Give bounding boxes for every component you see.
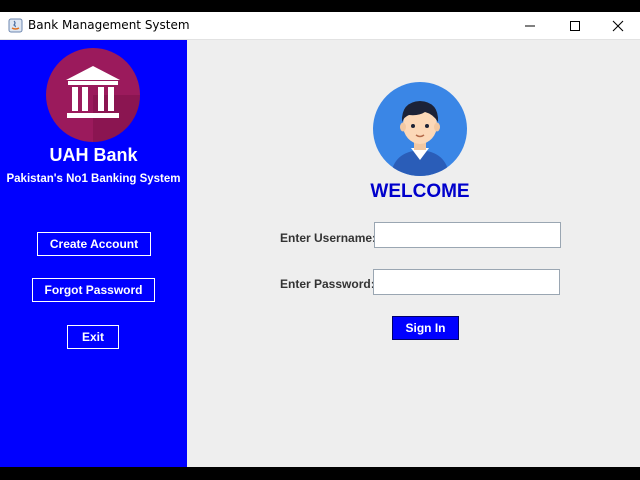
username-label: Enter Username: bbox=[280, 231, 377, 245]
bank-tagline: Pakistan's No1 Banking System bbox=[6, 173, 181, 185]
username-input[interactable] bbox=[374, 222, 561, 248]
password-input[interactable] bbox=[373, 269, 560, 295]
user-avatar-icon bbox=[373, 82, 467, 176]
create-account-button[interactable]: Create Account bbox=[37, 232, 151, 256]
login-panel: WELCOME Enter Username: Enter Password: … bbox=[187, 40, 640, 467]
app-window: Bank Management System UAH Bank Pakistan… bbox=[0, 12, 640, 467]
window-title: Bank Management System bbox=[28, 18, 190, 32]
bank-name: UAH Bank bbox=[49, 145, 138, 165]
sign-in-button[interactable]: Sign In bbox=[392, 316, 459, 340]
forgot-password-button[interactable]: Forgot Password bbox=[32, 278, 155, 302]
java-app-icon bbox=[8, 18, 23, 33]
exit-button[interactable]: Exit bbox=[67, 325, 119, 349]
sidebar: UAH Bank Pakistan's No1 Banking System C… bbox=[0, 40, 187, 467]
title-bar[interactable]: Bank Management System bbox=[0, 12, 640, 40]
welcome-heading: WELCOME bbox=[370, 181, 470, 202]
close-icon[interactable] bbox=[596, 12, 640, 40]
bank-building-icon bbox=[46, 48, 140, 142]
minimize-icon[interactable] bbox=[508, 12, 552, 40]
maximize-icon[interactable] bbox=[553, 12, 597, 40]
password-label: Enter Password: bbox=[280, 277, 375, 291]
